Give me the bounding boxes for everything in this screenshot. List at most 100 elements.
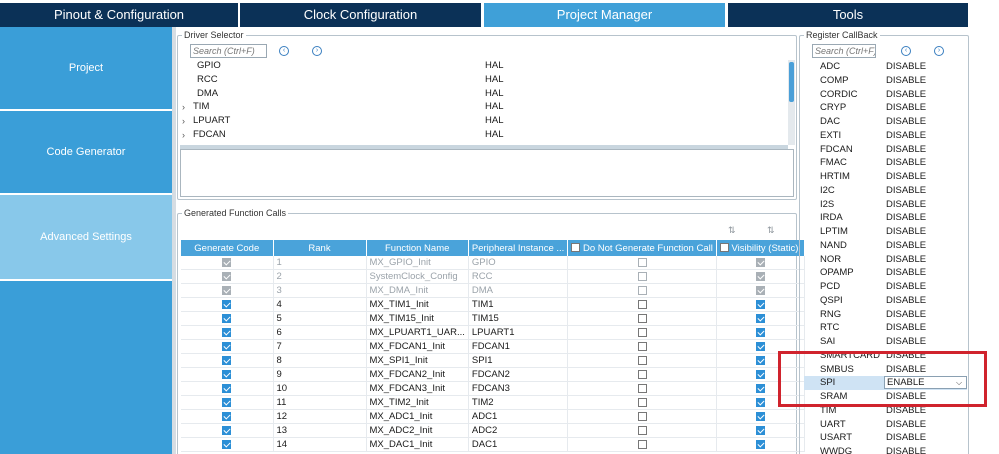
callback-state[interactable]: DISABLE	[886, 239, 926, 253]
driver-row[interactable]: DMA HAL	[180, 87, 784, 101]
callback-row-cryp[interactable]: CRYP DISABLE	[804, 101, 967, 115]
callback-state[interactable]: DISABLE	[886, 170, 926, 184]
callback-state[interactable]: DISABLE	[886, 129, 926, 143]
callback-state[interactable]: DISABLE	[886, 294, 926, 308]
driver-library[interactable]: HAL	[485, 87, 503, 101]
callback-state[interactable]: DISABLE	[886, 418, 926, 432]
nav-item-advanced-settings[interactable]: Advanced Settings	[0, 195, 172, 281]
callback-state[interactable]: DISABLE	[886, 88, 926, 102]
table-row[interactable]: 7 MX_FDCAN1_Init FDCAN1	[181, 339, 805, 355]
do-not-generate-checkbox[interactable]	[637, 314, 647, 324]
callback-row-hrtim[interactable]: HRTIM DISABLE	[804, 170, 967, 184]
callback-row-cordic[interactable]: CORDIC DISABLE	[804, 88, 967, 102]
callback-row-adc[interactable]: ADC DISABLE	[804, 60, 967, 74]
callback-row-uart[interactable]: UART DISABLE	[804, 418, 967, 432]
tab-clock-configuration[interactable]: Clock Configuration	[240, 3, 483, 27]
sort-up-icon[interactable]: ⇅	[728, 225, 736, 236]
callback-state[interactable]: DISABLE	[886, 101, 926, 115]
driver-row[interactable]: GPIO HAL	[180, 59, 784, 73]
table-row[interactable]: 6 MX_LPUART1_UAR... LPUART1	[181, 325, 805, 341]
callback-state[interactable]: DISABLE	[886, 431, 926, 445]
col-function-name[interactable]: Function Name	[366, 240, 469, 256]
tab-project-manager[interactable]: Project Manager	[484, 3, 727, 27]
driver-list-scrollbar[interactable]	[788, 60, 795, 145]
expand-chevron-icon[interactable]: ›	[182, 100, 185, 114]
callback-row-exti[interactable]: EXTI DISABLE	[804, 129, 967, 143]
callback-row-fdcan[interactable]: FDCAN DISABLE	[804, 143, 967, 157]
table-row[interactable]: 5 MX_TIM15_Init TIM15	[181, 311, 805, 327]
driver-row[interactable]: RCC HAL	[180, 73, 784, 87]
table-row[interactable]: 4 MX_TIM1_Init TIM1	[181, 297, 805, 313]
do-not-generate-checkbox[interactable]	[637, 356, 647, 366]
generate-code-checkbox[interactable]	[222, 300, 232, 310]
visibility-static-checkbox[interactable]	[755, 440, 765, 450]
callback-state[interactable]: DISABLE	[886, 321, 926, 335]
callback-row-comp[interactable]: COMP DISABLE	[804, 74, 967, 88]
header-checkbox[interactable]	[719, 243, 729, 253]
do-not-generate-checkbox[interactable]	[637, 342, 647, 352]
driver-row[interactable]: › FDCAN HAL	[180, 128, 784, 142]
driver-row[interactable]: › LPUART HAL	[180, 114, 784, 128]
scrollbar-thumb[interactable]	[789, 62, 794, 102]
table-row[interactable]: 11 MX_TIM2_Init TIM2	[181, 395, 805, 411]
nav-item-code-generator[interactable]: Code Generator	[0, 111, 172, 195]
visibility-static-checkbox[interactable]	[755, 426, 765, 436]
table-row[interactable]: 3 MX_DMA_Init DMA	[181, 283, 805, 299]
expand-chevron-icon[interactable]: ›	[182, 114, 185, 128]
callback-row-nor[interactable]: NOR DISABLE	[804, 253, 967, 267]
do-not-generate-checkbox[interactable]	[637, 370, 647, 380]
visibility-static-checkbox[interactable]	[755, 356, 765, 366]
visibility-static-checkbox[interactable]	[755, 398, 765, 408]
do-not-generate-checkbox[interactable]	[637, 300, 647, 310]
driver-library[interactable]: HAL	[485, 114, 503, 128]
driver-library[interactable]: HAL	[485, 73, 503, 87]
callback-row-sai[interactable]: SAI DISABLE	[804, 335, 967, 349]
table-row[interactable]: 1 MX_GPIO_Init GPIO	[181, 256, 805, 271]
driver-row[interactable]: › TIM HAL	[180, 100, 784, 114]
driver-search-input[interactable]	[190, 44, 267, 58]
callback-search-next-icon[interactable]: ›	[934, 46, 944, 56]
col-visibility-static[interactable]: Visibility (Static)	[716, 240, 805, 256]
expand-chevron-icon[interactable]: ›	[182, 128, 185, 142]
callback-search-prev-icon[interactable]: ‹	[901, 46, 911, 56]
visibility-static-checkbox[interactable]	[755, 342, 765, 352]
generate-code-checkbox[interactable]	[222, 384, 232, 394]
col-do-not-generate[interactable]: Do Not Generate Function Call	[567, 240, 717, 256]
callback-row-irda[interactable]: IRDA DISABLE	[804, 211, 967, 225]
callback-state[interactable]: DISABLE	[886, 280, 926, 294]
callback-state[interactable]: DISABLE	[886, 74, 926, 88]
callback-state[interactable]: DISABLE	[886, 308, 926, 322]
search-next-icon[interactable]: ›	[312, 46, 322, 56]
callback-search-input[interactable]	[812, 44, 876, 58]
callback-row-fmac[interactable]: FMAC DISABLE	[804, 156, 967, 170]
driver-library[interactable]: HAL	[485, 128, 503, 142]
callback-row-qspi[interactable]: QSPI DISABLE	[804, 294, 967, 308]
visibility-static-checkbox[interactable]	[755, 300, 765, 310]
sort-down-icon[interactable]: ⇅	[767, 225, 775, 236]
generate-code-checkbox[interactable]	[222, 370, 232, 380]
driver-library[interactable]: HAL	[485, 100, 503, 114]
generate-code-checkbox[interactable]	[222, 426, 232, 436]
do-not-generate-checkbox[interactable]	[637, 426, 647, 436]
visibility-static-checkbox[interactable]	[755, 384, 765, 394]
callback-state[interactable]: DISABLE	[886, 198, 926, 212]
callback-state[interactable]: DISABLE	[886, 60, 926, 74]
callback-state[interactable]: DISABLE	[886, 225, 926, 239]
generate-code-checkbox[interactable]	[222, 440, 232, 450]
nav-item-project[interactable]: Project	[0, 27, 172, 111]
do-not-generate-checkbox[interactable]	[637, 398, 647, 408]
generate-code-checkbox[interactable]	[222, 314, 232, 324]
table-row[interactable]: 8 MX_SPI1_Init SPI1	[181, 353, 805, 369]
tab-pinout-configuration[interactable]: Pinout & Configuration	[0, 3, 240, 27]
search-prev-icon[interactable]: ‹	[279, 46, 289, 56]
callback-state[interactable]: DISABLE	[886, 156, 926, 170]
table-row[interactable]: 2 SystemClock_Config RCC	[181, 269, 805, 285]
callback-row-usart[interactable]: USART DISABLE	[804, 431, 967, 445]
generate-code-checkbox[interactable]	[222, 342, 232, 352]
callback-state[interactable]: DISABLE	[886, 445, 926, 454]
generate-code-checkbox[interactable]	[222, 356, 232, 366]
callback-state[interactable]: DISABLE	[886, 253, 926, 267]
tab-tools[interactable]: Tools	[728, 3, 970, 27]
callback-row-lptim[interactable]: LPTIM DISABLE	[804, 225, 967, 239]
callback-row-rng[interactable]: RNG DISABLE	[804, 308, 967, 322]
